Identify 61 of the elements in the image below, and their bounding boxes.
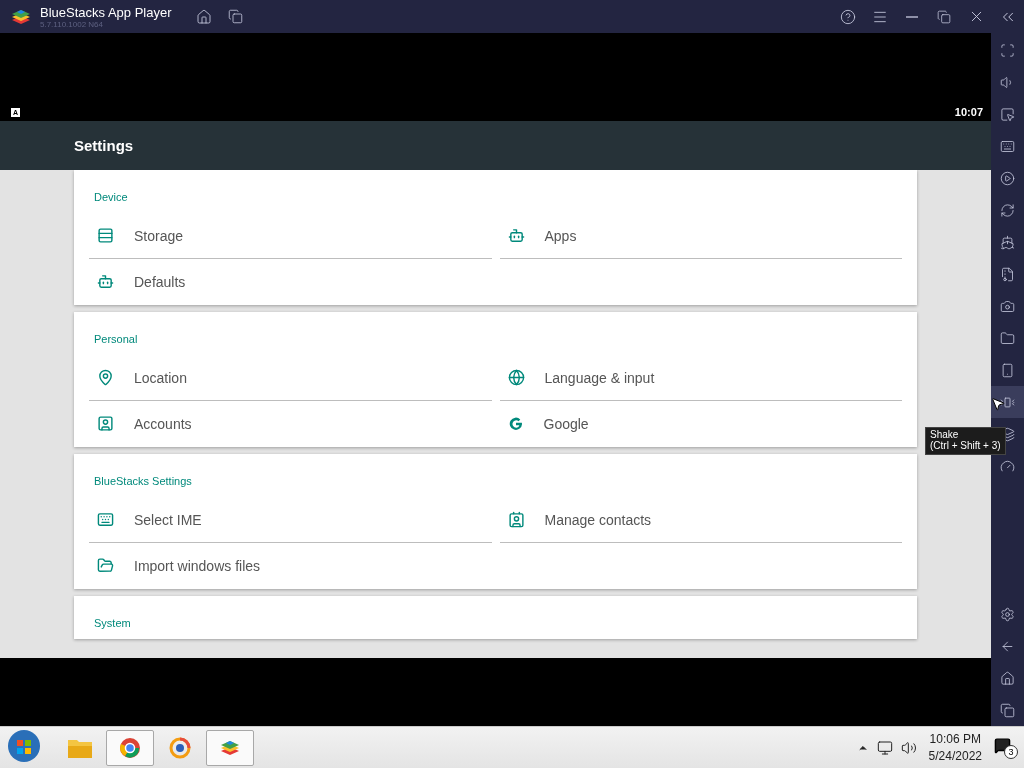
phone-icon bbox=[1000, 362, 1015, 378]
pin-icon bbox=[97, 369, 114, 386]
windows-logo-icon bbox=[7, 729, 41, 763]
tooltip-shortcut: (Ctrl + Shift + 3) bbox=[930, 440, 1001, 451]
settings-item[interactable]: Manage contacts bbox=[499, 497, 902, 543]
fullscreen-icon bbox=[1000, 42, 1015, 58]
keyboard-icon bbox=[97, 511, 114, 528]
g-letter-icon bbox=[507, 415, 524, 432]
list-icon bbox=[97, 227, 114, 244]
settings-item[interactable]: Import windows files bbox=[89, 543, 492, 589]
robot-icon bbox=[97, 273, 114, 290]
settings-item[interactable]: Accounts bbox=[89, 401, 492, 447]
notification-count: 3 bbox=[1004, 744, 1018, 759]
toolbar-title: Settings bbox=[74, 137, 134, 154]
browser-icon bbox=[119, 736, 141, 759]
folder-icon bbox=[97, 557, 114, 574]
status-clock: 10:07 bbox=[954, 106, 983, 118]
settings-item[interactable]: Google bbox=[499, 401, 902, 447]
folder-icon bbox=[1000, 330, 1015, 346]
restore-icon bbox=[937, 9, 951, 24]
clock-button[interactable]: 10:06 PM 5/24/2022 bbox=[928, 730, 982, 765]
robot-icon bbox=[507, 227, 525, 244]
play-icon bbox=[1000, 170, 1015, 186]
ship-icon bbox=[1000, 234, 1015, 250]
notifications-button[interactable]: 3 bbox=[994, 736, 1018, 759]
settings-item[interactable]: Storage bbox=[89, 213, 492, 259]
browser-button[interactable] bbox=[106, 729, 154, 766]
contact-book-icon bbox=[507, 511, 525, 528]
home-icon bbox=[195, 8, 212, 25]
recent-apps-icon bbox=[1000, 702, 1015, 718]
settings-item[interactable]: Select IME bbox=[89, 497, 492, 543]
pointer-icon bbox=[1000, 106, 1015, 122]
camera-icon bbox=[1000, 298, 1015, 314]
shake-icon bbox=[1000, 394, 1015, 410]
window-title: BlueStacks App Player bbox=[40, 4, 172, 20]
section-title: Device bbox=[93, 190, 129, 205]
back-icon bbox=[1000, 638, 1015, 654]
home-icon bbox=[1000, 670, 1015, 686]
bluestacks-button[interactable] bbox=[206, 729, 254, 766]
archive-icon bbox=[1000, 266, 1015, 282]
settings-item[interactable]: Language & input bbox=[499, 355, 902, 401]
section-title: Personal bbox=[93, 332, 139, 347]
monitor-icon bbox=[876, 739, 893, 756]
minimize-icon bbox=[906, 15, 918, 18]
globe-icon bbox=[507, 369, 525, 386]
settings-icon bbox=[1000, 606, 1015, 622]
gauge-icon bbox=[1000, 458, 1015, 474]
section-title: System bbox=[93, 616, 132, 631]
settings-item[interactable]: Location bbox=[89, 355, 492, 401]
keyboard-icon bbox=[1000, 138, 1015, 154]
cursor-icon bbox=[990, 396, 1006, 412]
windows-icon bbox=[228, 9, 244, 24]
tooltip-title: Shake bbox=[930, 429, 960, 440]
shake-button[interactable] bbox=[991, 386, 1024, 418]
settings-item[interactable]: Apps bbox=[499, 213, 902, 259]
speaker-icon bbox=[900, 739, 917, 756]
section-title: BlueStacks Settings bbox=[93, 474, 193, 489]
help-icon bbox=[840, 8, 856, 25]
settings-item[interactable]: Defaults bbox=[89, 259, 492, 305]
contact-card-icon bbox=[97, 415, 114, 432]
rotate-icon bbox=[1000, 202, 1015, 218]
